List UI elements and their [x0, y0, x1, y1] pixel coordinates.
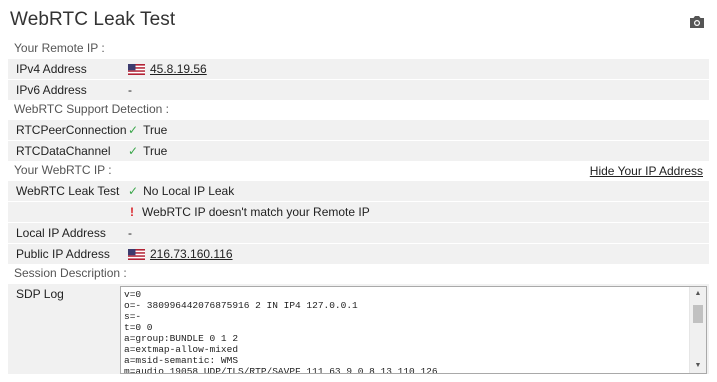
peer-connection-label: RTCPeerConnection [16, 123, 127, 137]
remote-ip-section: Your Remote IP : [14, 41, 105, 55]
data-channel-row: RTCDataChannel ✓ True [8, 141, 709, 161]
public-ip-link[interactable]: 216.73.160.116 [150, 244, 233, 264]
ipv4-label: IPv4 Address [16, 62, 87, 76]
sdp-log-textarea[interactable]: v=0 o=- 380996442076875916 2 IN IP4 127.… [120, 286, 707, 374]
leak-test-value-cell: ✓ No Local IP Leak [120, 181, 709, 201]
camera-icon[interactable] [689, 15, 705, 29]
ipv6-row: IPv6 Address - [8, 80, 709, 100]
local-ip-value: - [128, 226, 132, 240]
ipv4-link[interactable]: 45.8.19.56 [150, 59, 207, 79]
us-flag-icon [128, 63, 145, 75]
local-ip-row: Local IP Address - [8, 223, 709, 243]
check-icon: ✓ [128, 184, 139, 198]
local-ip-label: Local IP Address [16, 226, 106, 240]
support-section: WebRTC Support Detection : [14, 102, 169, 116]
hide-ip-link[interactable]: Hide Your IP Address [590, 163, 703, 179]
scroll-up-icon[interactable]: ▲ [690, 287, 706, 301]
ipv4-row: IPv4 Address 45.8.19.56 [8, 59, 709, 79]
ipv6-value: - [128, 83, 132, 97]
ip-mismatch-row: ! WebRTC IP doesn't match your Remote IP [8, 202, 709, 222]
us-flag-icon [128, 248, 145, 260]
public-ip-row: Public IP Address 216.73.160.116 [8, 244, 709, 264]
data-channel-label: RTCDataChannel [16, 144, 111, 158]
page-title: WebRTC Leak Test [10, 9, 176, 30]
peer-connection-value: True [143, 123, 168, 137]
sdp-label: SDP Log [16, 287, 64, 301]
check-icon: ✓ [128, 123, 139, 137]
leak-test-row: WebRTC Leak Test ✓ No Local IP Leak [8, 181, 709, 201]
data-channel-value: True [143, 144, 168, 158]
scrollbar-thumb[interactable] [693, 305, 703, 323]
sdp-log-text[interactable]: v=0 o=- 380996442076875916 2 IN IP4 127.… [121, 287, 689, 373]
peer-connection-row: RTCPeerConnection ✓ True [8, 120, 709, 140]
ip-mismatch-label [8, 202, 120, 222]
exclamation-icon: ! [130, 205, 134, 219]
public-ip-value-cell: 216.73.160.116 [120, 244, 709, 264]
data-channel-value-cell: ✓ True [120, 141, 709, 161]
page-header: WebRTC Leak Test [0, 0, 717, 40]
check-icon: ✓ [128, 144, 139, 158]
ip-mismatch-value-cell: ! WebRTC IP doesn't match your Remote IP [120, 202, 709, 222]
public-ip-label: Public IP Address [16, 247, 110, 261]
leak-test-value: No Local IP Leak [143, 184, 235, 198]
sdp-scrollbar[interactable]: ▲ ▼ [689, 287, 706, 373]
session-section: Session Description : [14, 266, 127, 280]
webrtc-ip-heading: Your WebRTC IP : [14, 163, 112, 177]
ipv4-value-cell: 45.8.19.56 [120, 59, 709, 79]
leak-test-label: WebRTC Leak Test [16, 184, 120, 198]
ip-mismatch-value: WebRTC IP doesn't match your Remote IP [142, 205, 370, 219]
peer-connection-value-cell: ✓ True [120, 120, 709, 140]
scroll-down-icon[interactable]: ▼ [690, 359, 706, 373]
ipv6-label: IPv6 Address [16, 83, 87, 97]
sdp-row: SDP Log v=0 o=- 380996442076875916 2 IN … [8, 284, 709, 374]
webrtc-ip-section: Your WebRTC IP : Hide Your IP Address [0, 162, 717, 181]
